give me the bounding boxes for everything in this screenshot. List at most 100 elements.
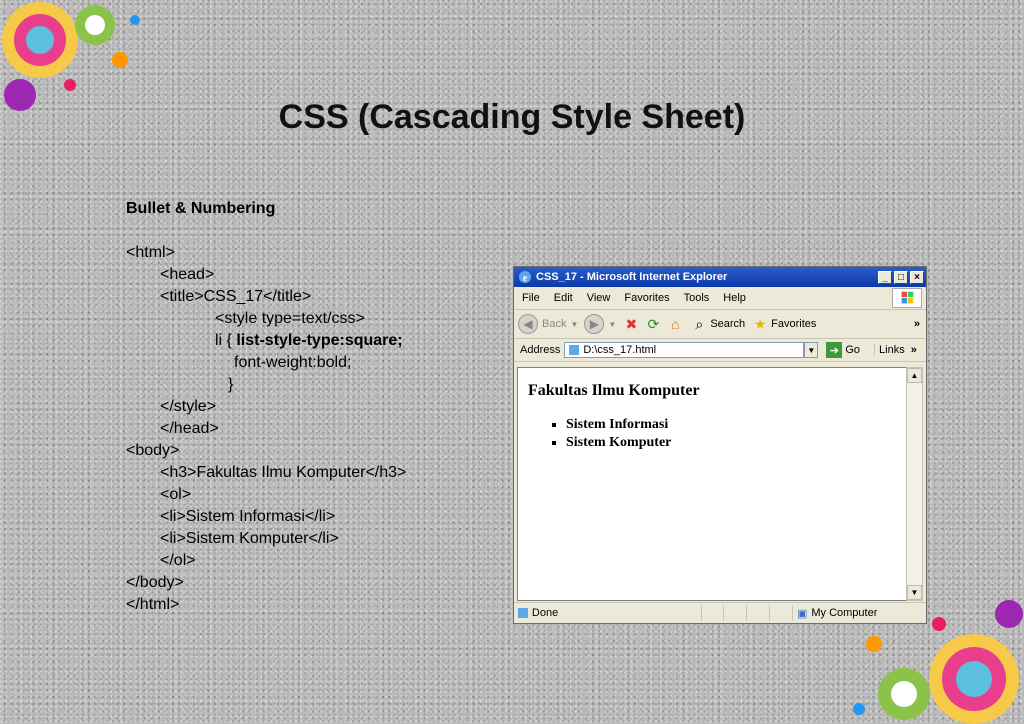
list-item: Sistem Informasi bbox=[566, 416, 907, 434]
code-line: li { list-style-type:square; bbox=[126, 330, 406, 352]
star-icon: ★ bbox=[753, 315, 767, 332]
menu-tools[interactable]: Tools bbox=[684, 292, 710, 304]
list-item: Sistem Komputer bbox=[566, 434, 907, 452]
back-label: Back bbox=[542, 318, 567, 330]
zone-indicator: ▣ My Computer bbox=[791, 605, 926, 621]
browser-title: CSS_17 - Microsoft Internet Explorer bbox=[536, 271, 728, 283]
address-bar: Address D:\css_17.html ▼ ➔ Go Links » bbox=[514, 339, 926, 362]
code-text: <title>CSS_17</title> bbox=[160, 288, 312, 305]
code-line: <h3>Fakultas Ilmu Komputer</h3> bbox=[126, 462, 406, 484]
maximize-icon[interactable]: □ bbox=[894, 270, 908, 284]
back-arrow-icon: ◀ bbox=[518, 314, 538, 334]
code-text: li { bbox=[215, 332, 237, 349]
code-line: </body> bbox=[126, 572, 406, 594]
links-overflow-icon: » bbox=[910, 344, 917, 356]
favorites-button[interactable]: ★ Favorites bbox=[751, 315, 817, 333]
vertical-scrollbar[interactable]: ▲ ▼ bbox=[906, 367, 923, 601]
code-text: </style> bbox=[160, 398, 217, 415]
toolbar: ◀ Back ▼ ▶ ▼ ✖ ⟳ ⌂ ⌕ Search ★ Favorites … bbox=[514, 310, 926, 339]
page-content: Fakultas Ilmu Komputer Sistem Informasi … bbox=[517, 367, 908, 601]
menu-help[interactable]: Help bbox=[723, 292, 746, 304]
code-text: } bbox=[228, 376, 234, 393]
address-input[interactable]: D:\css_17.html bbox=[564, 342, 805, 358]
home-icon[interactable]: ⌂ bbox=[666, 315, 684, 333]
browser-window: e CSS_17 - Microsoft Internet Explorer _… bbox=[513, 266, 927, 624]
code-text: <h3>Fakultas Ilmu Komputer</h3> bbox=[160, 464, 407, 481]
code-line: } bbox=[126, 374, 406, 396]
menu-file[interactable]: File bbox=[522, 292, 540, 304]
page-icon bbox=[569, 345, 580, 355]
code-text-bold: list-style-type:square; bbox=[236, 332, 403, 349]
status-bar: Done ▣ My Computer bbox=[514, 602, 926, 623]
menu-edit[interactable]: Edit bbox=[554, 292, 573, 304]
computer-icon: ▣ bbox=[796, 607, 808, 620]
stop-icon[interactable]: ✖ bbox=[622, 315, 640, 333]
code-text: font-weight:bold; bbox=[234, 354, 352, 371]
status-cell bbox=[746, 605, 769, 621]
code-line: <style type=text/css> bbox=[126, 308, 406, 330]
go-button[interactable]: ➔ Go bbox=[826, 342, 860, 358]
links-button[interactable]: Links » bbox=[874, 344, 917, 356]
code-text: <li>Sistem Informasi</li> bbox=[160, 508, 336, 525]
ie-logo-icon: e bbox=[519, 271, 531, 284]
status-text: Done bbox=[531, 607, 559, 619]
code-line: <ol> bbox=[126, 484, 406, 506]
code-text: </head> bbox=[160, 420, 219, 437]
code-text: <style type=text/css> bbox=[215, 310, 365, 327]
section-heading: Bullet & Numbering bbox=[126, 200, 276, 217]
code-text: <body> bbox=[126, 442, 180, 459]
search-button[interactable]: ⌕ Search bbox=[690, 315, 745, 333]
page-heading: Fakultas Ilmu Komputer bbox=[528, 382, 700, 399]
code-line: <title>CSS_17</title> bbox=[126, 286, 406, 308]
code-text: </ol> bbox=[160, 552, 196, 569]
code-line: <li>Sistem Informasi</li> bbox=[126, 506, 406, 528]
search-icon: ⌕ bbox=[695, 315, 704, 332]
code-text: <html> bbox=[126, 244, 175, 261]
menu-bar: File Edit View Favorites Tools Help bbox=[514, 287, 926, 310]
code-line: font-weight:bold; bbox=[126, 352, 406, 374]
page-list: Sistem Informasi Sistem Komputer bbox=[518, 416, 907, 452]
chevron-down-icon: ▼ bbox=[608, 319, 617, 329]
search-label: Search bbox=[710, 318, 746, 330]
forward-button[interactable]: ▶ ▼ bbox=[584, 314, 616, 334]
slide-title: CSS (Cascading Style Sheet) bbox=[278, 98, 746, 136]
menu-view[interactable]: View bbox=[587, 292, 611, 304]
code-line: <head> bbox=[126, 264, 406, 286]
status-cell bbox=[769, 605, 792, 621]
code-line: <body> bbox=[126, 440, 406, 462]
menu-favorites[interactable]: Favorites bbox=[624, 292, 669, 304]
toolbar-overflow-icon[interactable]: » bbox=[914, 318, 920, 330]
refresh-icon[interactable]: ⟳ bbox=[644, 315, 662, 333]
code-line: <li>Sistem Komputer</li> bbox=[126, 528, 406, 550]
scroll-down-icon[interactable]: ▼ bbox=[907, 585, 922, 600]
code-line: </head> bbox=[126, 418, 406, 440]
code-text: </html> bbox=[126, 596, 180, 613]
go-arrow-icon: ➔ bbox=[826, 342, 843, 358]
address-value: D:\css_17.html bbox=[583, 344, 657, 356]
close-icon[interactable]: × bbox=[910, 270, 924, 284]
code-text: <li>Sistem Komputer</li> bbox=[160, 530, 339, 547]
code-text: <head> bbox=[160, 266, 215, 283]
code-line: </style> bbox=[126, 396, 406, 418]
code-text: </body> bbox=[126, 574, 184, 591]
scroll-up-icon[interactable]: ▲ bbox=[907, 368, 922, 383]
links-label: Links bbox=[879, 344, 905, 356]
forward-arrow-icon: ▶ bbox=[584, 314, 605, 334]
code-line: <html> bbox=[126, 242, 406, 264]
svg-text:e: e bbox=[523, 273, 528, 284]
minimize-icon[interactable]: _ bbox=[878, 270, 892, 284]
address-dropdown-icon[interactable]: ▼ bbox=[804, 342, 819, 358]
status-cell bbox=[723, 605, 746, 621]
code-line: </html> bbox=[126, 594, 406, 616]
zone-text: My Computer bbox=[811, 607, 878, 619]
page-status-icon bbox=[518, 608, 528, 618]
status-cell bbox=[700, 605, 724, 621]
back-button[interactable]: ◀ Back ▼ bbox=[518, 314, 578, 334]
code-block: Bullet & Numbering <html> <head> <title>… bbox=[126, 198, 406, 616]
browser-titlebar[interactable]: e CSS_17 - Microsoft Internet Explorer _… bbox=[514, 267, 926, 287]
chevron-down-icon: ▼ bbox=[570, 319, 579, 329]
favorites-label: Favorites bbox=[771, 318, 817, 330]
address-label: Address bbox=[520, 344, 561, 356]
windows-logo-icon bbox=[892, 288, 922, 308]
code-text: <ol> bbox=[160, 486, 192, 503]
